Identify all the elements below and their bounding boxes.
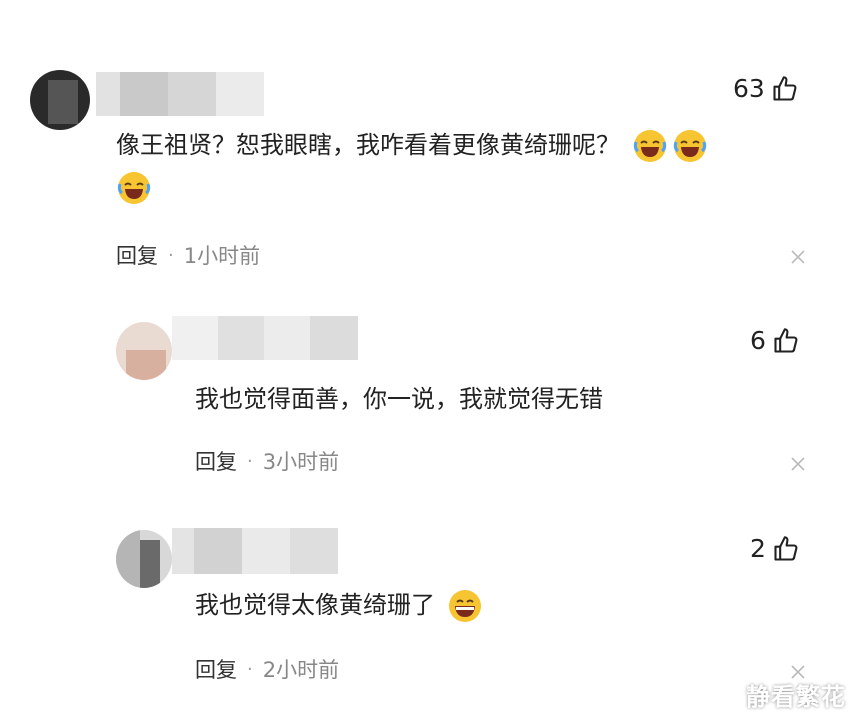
avatar[interactable] — [116, 322, 172, 380]
close-icon[interactable] — [789, 455, 807, 473]
comment-meta: 回复 · 3小时前 — [195, 446, 339, 476]
comment-time: 3小时前 — [262, 450, 340, 474]
comment-text: 我也觉得面善，你一说，我就觉得无错 — [195, 385, 603, 413]
like-control[interactable]: 63 — [733, 74, 799, 103]
comment-time: 2小时前 — [262, 658, 340, 682]
reply-button[interactable]: 回复 — [116, 240, 158, 270]
laugh-cry-emoji — [633, 130, 666, 162]
comment-text: 我也觉得太像黄绮珊了 — [195, 584, 483, 626]
like-control[interactable]: 2 — [750, 534, 800, 563]
separator-dot: · — [168, 244, 174, 266]
reply-button[interactable]: 回复 — [195, 446, 237, 476]
separator-dot: · — [247, 658, 253, 680]
avatar[interactable] — [30, 70, 90, 130]
comment-meta: 回复 · 1小时前 — [116, 240, 260, 270]
thumbs-up-icon — [773, 75, 797, 101]
thumbs-up-icon — [774, 535, 798, 561]
username-blurred[interactable] — [172, 528, 338, 574]
like-control[interactable]: 6 — [750, 326, 800, 355]
laugh-cry-emoji — [673, 130, 706, 162]
thumbs-up-icon — [774, 327, 798, 353]
like-count: 63 — [733, 74, 765, 103]
close-icon[interactable] — [789, 248, 807, 266]
grin-emoji — [448, 590, 481, 622]
laugh-cry-emoji — [117, 172, 151, 204]
username-blurred[interactable] — [96, 72, 264, 116]
reply-button[interactable]: 回复 — [195, 654, 237, 684]
like-count: 6 — [750, 326, 766, 355]
watermark: 静看繁花 — [746, 683, 846, 711]
avatar[interactable] — [116, 530, 172, 588]
comment-text: 像王祖贤？恕我眼瞎，我咋看着更像黄绮珊呢？ — [116, 124, 708, 166]
comment-time: 1小时前 — [183, 244, 261, 268]
comment-text-line2 — [116, 166, 152, 208]
username-blurred[interactable] — [172, 316, 358, 360]
comment-meta: 回复 · 2小时前 — [195, 654, 339, 684]
like-count: 2 — [750, 534, 766, 563]
separator-dot: · — [247, 450, 253, 472]
